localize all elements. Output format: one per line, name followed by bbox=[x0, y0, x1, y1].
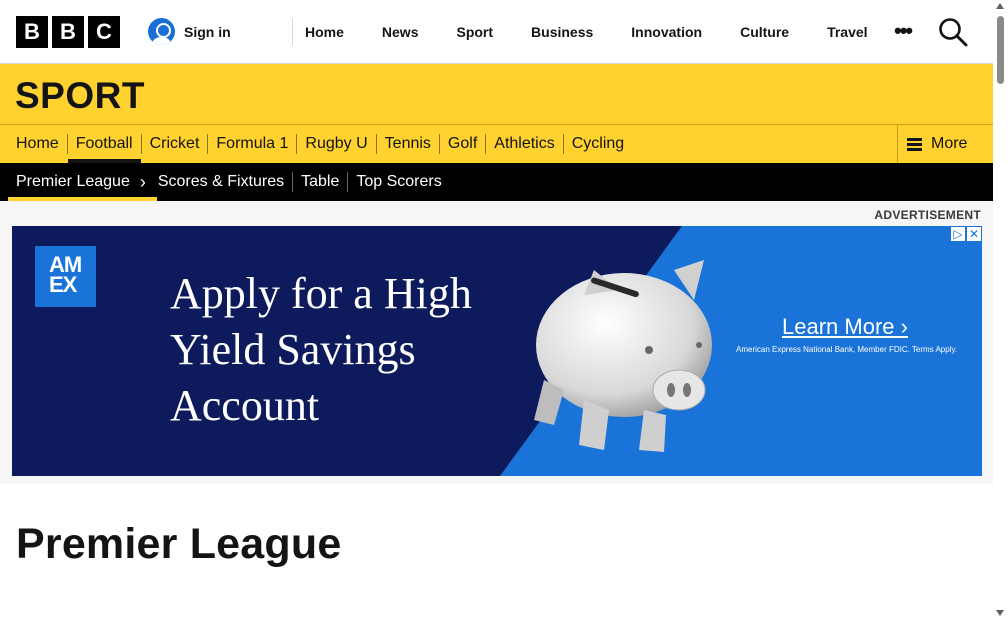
global-header: B B C Sign in Home News Sport Business I… bbox=[0, 0, 993, 64]
amex-logo: AM EX bbox=[35, 246, 96, 307]
comp-nav-table[interactable]: Table bbox=[292, 172, 347, 192]
sport-nav-formula-1[interactable]: Formula 1 bbox=[207, 134, 296, 154]
hamburger-icon bbox=[907, 137, 922, 151]
sport-section-nav: Home Football Cricket Formula 1 Rugby U … bbox=[0, 125, 993, 163]
scroll-up-icon[interactable] bbox=[996, 3, 1004, 9]
advert-label: ADVERTISEMENT bbox=[874, 208, 981, 222]
competition-nav: Premier League › Scores & Fixtures Table… bbox=[0, 163, 993, 201]
sport-nav-golf[interactable]: Golf bbox=[438, 134, 485, 154]
logo-letter-b2: B bbox=[52, 16, 84, 48]
logo-letter-c: C bbox=[88, 16, 120, 48]
sport-nav-athletics[interactable]: Athletics bbox=[485, 134, 562, 154]
more-menu-icon[interactable]: ••• bbox=[894, 20, 913, 42]
sport-more-button[interactable]: More bbox=[897, 125, 993, 163]
sport-nav-cricket[interactable]: Cricket bbox=[140, 134, 208, 154]
nav-sport[interactable]: Sport bbox=[437, 24, 512, 40]
sport-nav-rugby-union[interactable]: Rugby U bbox=[296, 134, 375, 154]
nav-travel[interactable]: Travel bbox=[808, 24, 886, 40]
advert-container: ADVERTISEMENT AM EX Apply for a High Yie… bbox=[0, 201, 993, 484]
user-avatar-icon bbox=[148, 18, 175, 45]
search-icon[interactable] bbox=[938, 17, 968, 47]
sport-banner: SPORT bbox=[0, 64, 993, 125]
sport-nav-home[interactable]: Home bbox=[8, 134, 67, 154]
chevron-right-icon: › bbox=[139, 172, 146, 192]
sport-more-label: More bbox=[931, 135, 968, 152]
scroll-down-icon[interactable] bbox=[996, 610, 1004, 616]
advert-disclaimer: American Express National Bank, Member F… bbox=[736, 345, 958, 354]
comp-nav-top-scorers[interactable]: Top Scorers bbox=[347, 172, 449, 192]
vertical-scrollbar[interactable] bbox=[993, 0, 1008, 621]
nav-news[interactable]: News bbox=[363, 24, 438, 40]
page-title: Premier League bbox=[16, 520, 342, 568]
scrollbar-thumb[interactable] bbox=[997, 16, 1004, 84]
close-ad-icon[interactable]: ✕ bbox=[966, 226, 982, 242]
adchoices-controls: ▷ ✕ bbox=[950, 226, 982, 242]
sign-in-label: Sign in bbox=[184, 23, 231, 40]
nav-home[interactable]: Home bbox=[286, 24, 363, 40]
logo-letter-b1: B bbox=[16, 16, 48, 48]
sport-nav-cycling[interactable]: Cycling bbox=[562, 134, 632, 154]
comp-nav-premier-league[interactable]: Premier League bbox=[8, 172, 157, 201]
nav-culture[interactable]: Culture bbox=[721, 24, 808, 40]
sport-title[interactable]: SPORT bbox=[15, 75, 145, 117]
global-nav: Home News Sport Business Innovation Cult… bbox=[286, 0, 887, 64]
adchoices-icon[interactable]: ▷ bbox=[950, 226, 966, 242]
advert-headline: Apply for a High Yield Savings Account bbox=[170, 269, 472, 430]
learn-more-link[interactable]: Learn More › bbox=[782, 314, 908, 340]
sport-nav-football[interactable]: Football bbox=[66, 134, 141, 163]
nav-business[interactable]: Business bbox=[512, 24, 612, 40]
bbc-logo[interactable]: B B C bbox=[16, 16, 120, 48]
sign-in-link[interactable]: Sign in bbox=[148, 18, 231, 45]
piggy-bank-image bbox=[534, 260, 712, 452]
advert-banner[interactable]: AM EX Apply for a High Yield Savings Acc… bbox=[12, 226, 982, 476]
nav-innovation[interactable]: Innovation bbox=[612, 24, 721, 40]
sport-nav-tennis[interactable]: Tennis bbox=[375, 134, 439, 154]
comp-nav-scores-fixtures[interactable]: Scores & Fixtures bbox=[150, 172, 292, 192]
